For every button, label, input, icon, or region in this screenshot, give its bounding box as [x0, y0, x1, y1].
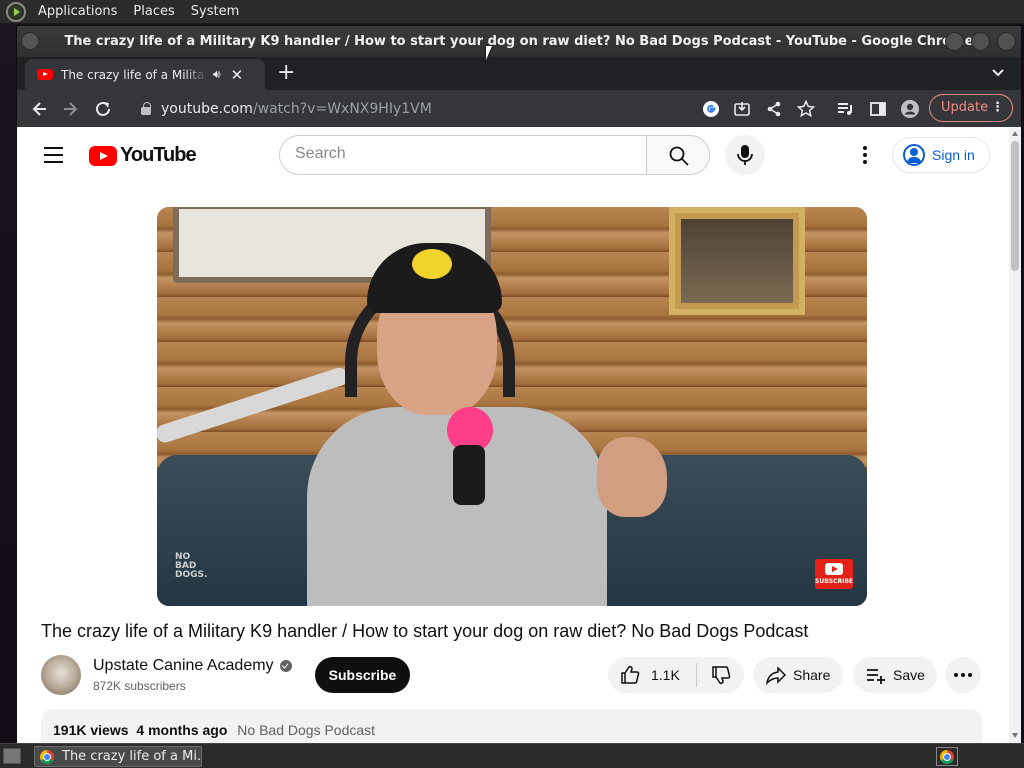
subscriber-count: 872K subscribers: [93, 679, 186, 693]
share-button[interactable]: Share: [753, 657, 843, 693]
scroll-down-icon[interactable]: [1012, 733, 1018, 738]
profile-icon[interactable]: [900, 99, 920, 119]
thumbs-up-icon[interactable]: [619, 664, 641, 686]
sign-in-label: Sign in: [932, 147, 975, 163]
video-watermark: NO BAD DOGS.: [175, 552, 208, 580]
address-bar[interactable]: youtube.com/watch?v=WxNX9HIy1VM: [129, 94, 689, 124]
show-desktop-icon[interactable]: [3, 748, 21, 764]
url-text: youtube.com/watch?v=WxNX9HIy1VM: [161, 101, 432, 117]
thumbs-down-icon[interactable]: [710, 664, 732, 686]
youtube-favicon-icon: [37, 69, 53, 80]
subscribe-button[interactable]: Subscribe: [315, 657, 410, 693]
desktop-background-left: [0, 24, 16, 743]
video-microphone: [453, 445, 485, 505]
bookmark-star-icon[interactable]: [796, 99, 816, 119]
search-icon: [669, 146, 689, 166]
youtube-logo-text: YouTube: [120, 144, 197, 166]
update-button[interactable]: Update ⋮: [929, 94, 1013, 122]
distro-logo-icon[interactable]: [6, 1, 26, 22]
youtube-play-icon: [89, 145, 117, 166]
account-icon: [903, 144, 925, 166]
channel-name[interactable]: Upstate Canine Academy: [93, 657, 274, 675]
page-scrollbar[interactable]: [1009, 127, 1021, 744]
minimize-button[interactable]: [945, 32, 964, 51]
microphone-icon: [737, 145, 753, 165]
url-path: /watch?v=WxNX9HIy1VM: [252, 101, 432, 117]
url-host: youtube.com: [161, 101, 253, 117]
speaker-icon[interactable]: 🔊︎: [213, 67, 221, 82]
tab-close-icon[interactable]: ✕: [231, 66, 244, 84]
hashtag-link[interactable]: No Bad Dogs Podcast: [237, 722, 375, 738]
chrome-icon: [40, 749, 54, 764]
add-to-playlist-icon: [867, 669, 885, 684]
video-player[interactable]: NO BAD DOGS. SUBSCRIBE: [157, 207, 867, 606]
install-icon[interactable]: [732, 99, 752, 119]
lock-icon[interactable]: [141, 102, 151, 115]
video-cap-logo: [412, 249, 452, 279]
like-count[interactable]: 1.1K: [651, 667, 680, 683]
share-icon[interactable]: [764, 99, 784, 119]
taskbar-window-label: The crazy life of a Mi...: [62, 749, 202, 764]
youtube-logo[interactable]: YouTube: [89, 144, 197, 167]
video-title: The crazy life of a Military K9 handler …: [41, 621, 809, 641]
window-menu-button[interactable]: [21, 32, 39, 50]
google-lens-icon[interactable]: [701, 99, 721, 119]
window-title: The crazy life of a Military K9 handler …: [64, 34, 974, 49]
voice-search-button[interactable]: [725, 135, 765, 175]
browser-toolbar: youtube.com/watch?v=WxNX9HIy1VM Update ⋮: [17, 90, 1021, 127]
chrome-tray-icon: [940, 749, 954, 764]
save-button[interactable]: Save: [853, 657, 937, 693]
tab-title: The crazy life of a Military K9 handler …: [61, 67, 207, 82]
verified-icon: [279, 660, 292, 672]
tab-youtube[interactable]: The crazy life of a Military K9 handler …: [25, 59, 265, 90]
share-label: Share: [793, 667, 831, 683]
scrollbar-thumb[interactable]: [1011, 141, 1019, 271]
taskbar-chrome-window[interactable]: The crazy life of a Mi...: [34, 746, 202, 767]
chrome-window: The crazy life of a Military K9 handler …: [16, 25, 1022, 744]
search-button[interactable]: [646, 135, 710, 175]
hamburger-menu-icon[interactable]: [44, 147, 63, 168]
media-control-icon[interactable]: [835, 99, 855, 119]
save-label: Save: [893, 667, 925, 683]
youtube-page: YouTube Search Sign in NO BAD DOGS. SUBS…: [17, 127, 1009, 744]
top-panel: Applications Places System: [0, 0, 1024, 24]
channel-name-row[interactable]: Upstate Canine Academy: [93, 657, 292, 675]
like-dislike-group: 1.1K: [608, 657, 744, 693]
video-picture-frame: [669, 207, 805, 315]
window-titlebar[interactable]: The crazy life of a Military K9 handler …: [17, 26, 1021, 57]
like-divider: [695, 663, 697, 687]
view-count: 191K views: [53, 722, 129, 738]
side-panel-icon[interactable]: [868, 99, 888, 119]
search-input[interactable]: Search: [279, 135, 647, 175]
maximize-button[interactable]: [971, 32, 990, 51]
update-label: Update: [941, 100, 989, 115]
back-arrow-icon[interactable]: [29, 98, 51, 120]
tab-strip: The crazy life of a Military K9 handler …: [17, 57, 1021, 90]
close-window-button[interactable]: [997, 32, 1016, 51]
settings-kebab-icon[interactable]: [855, 143, 875, 167]
upload-age: 4 months ago: [136, 722, 228, 738]
tab-search-chevron-icon[interactable]: [991, 65, 1005, 79]
video-person-hand: [597, 437, 667, 517]
bottom-panel: The crazy life of a Mi...: [0, 743, 1024, 768]
description-box[interactable]: 191K views 4 months ago No Bad Dogs Podc…: [41, 709, 982, 744]
more-actions-button[interactable]: [945, 657, 981, 693]
menu-applications[interactable]: Applications: [30, 0, 125, 24]
forward-arrow-icon[interactable]: [59, 98, 81, 120]
menu-places[interactable]: Places: [125, 0, 182, 24]
tray-chrome-launcher[interactable]: [936, 747, 958, 766]
more-horizontal-icon: [954, 673, 972, 677]
sign-in-button[interactable]: Sign in: [892, 137, 990, 173]
subscribe-badge[interactable]: SUBSCRIBE: [815, 559, 853, 589]
share-arrow-icon: [765, 666, 787, 686]
menu-system[interactable]: System: [183, 0, 247, 24]
mouse-cursor-icon: [486, 46, 492, 60]
channel-avatar[interactable]: [41, 655, 81, 695]
new-tab-button[interactable]: +: [277, 61, 295, 85]
reload-icon[interactable]: [92, 98, 114, 120]
kebab-menu-icon[interactable]: ⋮: [991, 95, 1004, 121]
scroll-up-icon[interactable]: [1012, 131, 1018, 136]
